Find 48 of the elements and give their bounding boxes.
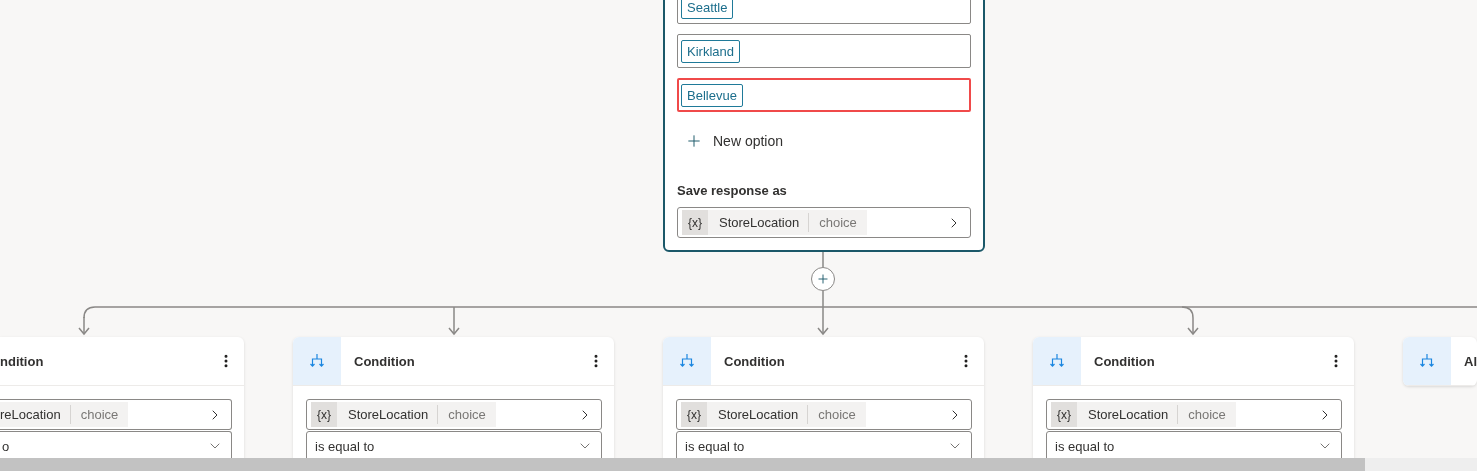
variable-field[interactable]: {x} StoreLocation choice <box>306 399 602 430</box>
option-tag: Bellevue <box>681 83 743 107</box>
variable-name: StoreLocation <box>708 213 810 232</box>
variable-type: choice <box>818 214 858 232</box>
variable-type: choice <box>817 406 857 424</box>
card-title: Al <box>1463 353 1477 369</box>
branch-icon <box>679 353 695 369</box>
operator-dropdown[interactable]: is equal to <box>676 431 972 458</box>
variable-name: reLocation <box>0 405 71 424</box>
variable-type: choice <box>79 406 120 424</box>
card-title: Condition <box>1093 353 1156 369</box>
option-tag: Seattle <box>681 0 734 19</box>
variable-type: choice <box>447 406 487 424</box>
variable-icon: {x} <box>681 402 707 427</box>
branch-icon <box>1419 353 1435 369</box>
variable-field[interactable]: {x} StoreLocation choice <box>677 207 971 238</box>
add-button[interactable] <box>811 267 835 291</box>
connector-arrow <box>1181 306 1199 336</box>
connector-arrow <box>78 316 90 336</box>
plus-icon <box>816 272 830 286</box>
save-response-label: Save response as <box>677 182 788 200</box>
card-title: Condition <box>353 353 416 369</box>
variable-icon: {x} <box>1051 402 1077 427</box>
variable-name: StoreLocation <box>707 405 809 424</box>
branch-icon <box>309 353 325 369</box>
option-field[interactable]: Bellevue <box>677 78 971 112</box>
option-field[interactable]: Seattle <box>677 0 971 24</box>
variable-field[interactable]: reLocation choice <box>0 399 232 430</box>
operator-dropdown[interactable]: is equal to <box>1046 431 1342 458</box>
variable-name: StoreLocation <box>1077 405 1179 424</box>
operator-dropdown[interactable]: is equal to <box>306 431 602 458</box>
connector-line <box>822 251 824 268</box>
operator-dropdown[interactable]: o <box>0 431 232 458</box>
card-title: Condition <box>723 353 786 369</box>
variable-icon: {x} <box>682 210 708 235</box>
connector-arrow <box>817 306 829 336</box>
variable-icon: {x} <box>311 402 337 427</box>
option-field[interactable]: Kirkland <box>677 34 971 68</box>
variable-field[interactable]: {x} StoreLocation choice <box>1046 399 1342 430</box>
connector-arrow <box>448 306 460 336</box>
variable-field[interactable]: {x} StoreLocation choice <box>676 399 972 430</box>
option-tag: Kirkland <box>681 39 740 63</box>
new-option-button[interactable]: New option <box>677 124 784 158</box>
variable-name: StoreLocation <box>337 405 439 424</box>
variable-type: choice <box>1187 406 1227 424</box>
branch-icon <box>1049 353 1065 369</box>
plus-icon <box>685 132 703 150</box>
card-title: ndition <box>0 353 45 369</box>
